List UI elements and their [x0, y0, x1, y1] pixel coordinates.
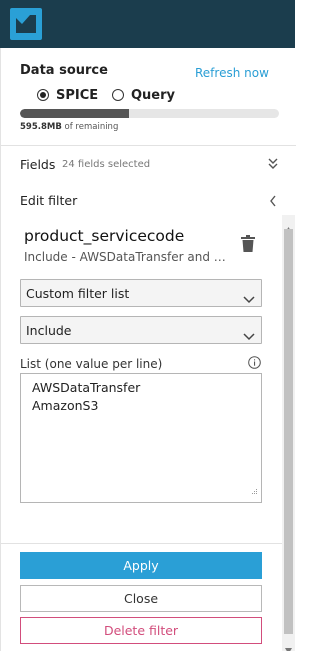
spice-capacity-fill	[20, 109, 129, 118]
list-label: List (one value per line)	[20, 357, 163, 371]
apply-button[interactable]: Apply	[20, 552, 262, 579]
query-radio[interactable]	[112, 89, 124, 101]
chevron-left-icon[interactable]	[268, 193, 278, 212]
refresh-now-link[interactable]: Refresh now	[195, 66, 269, 80]
resize-handle-icon[interactable]	[251, 480, 258, 499]
top-bar	[0, 0, 295, 48]
filter-actions-footer: Apply Close Delete filter	[1, 543, 282, 651]
filter-type-value: Custom filter list	[26, 286, 130, 301]
fields-count: 24 fields selected	[62, 159, 151, 170]
scrollbar-thumb[interactable]	[284, 229, 293, 634]
data-source-section: Data source Refresh now SPICE Query 595.…	[1, 48, 296, 146]
filter-field-name: product_servicecode	[24, 227, 185, 245]
filter-description: Include - AWSDataTransfer and m...	[24, 250, 234, 264]
remaining-suffix: of remaining	[61, 122, 119, 132]
edit-filter-title: Edit filter	[20, 193, 78, 208]
filter-condition-value: Include	[26, 323, 72, 338]
chevron-down-icon	[243, 326, 255, 345]
spice-label: SPICE	[56, 87, 99, 103]
fields-label: Fields	[20, 157, 56, 172]
spice-radio-option[interactable]: SPICE	[37, 87, 98, 103]
delete-filter-button[interactable]: Delete filter	[20, 617, 262, 644]
list-value: AmazonS3	[32, 398, 99, 413]
filter-panel: Data source Refresh now SPICE Query 595.…	[0, 48, 296, 651]
panel-scrollbar[interactable]	[282, 215, 295, 651]
scroll-down-arrow-icon[interactable]	[285, 639, 292, 651]
info-icon[interactable]	[248, 354, 261, 373]
fields-row[interactable]: Fields 24 fields selected	[1, 146, 296, 184]
query-radio-option[interactable]: Query	[112, 87, 175, 103]
filter-type-select[interactable]: Custom filter list	[20, 279, 262, 307]
double-chevron-down-icon[interactable]	[267, 156, 279, 175]
remaining-amount: 595.8MB	[20, 122, 62, 132]
spice-remaining-text: 595.8MB of remaining	[20, 122, 118, 132]
edit-filter-header: Edit filter	[1, 184, 296, 212]
trash-icon[interactable]	[241, 235, 255, 256]
chevron-down-icon	[243, 289, 255, 308]
filter-condition-select[interactable]: Include	[20, 316, 262, 344]
filter-values-textarea[interactable]: AWSDataTransfer AmazonS3	[20, 373, 262, 503]
close-button[interactable]: Close	[20, 585, 262, 612]
list-value: AWSDataTransfer	[32, 380, 141, 395]
spice-capacity-bar	[20, 109, 279, 118]
spice-radio[interactable]	[37, 89, 49, 101]
data-source-title: Data source	[20, 63, 108, 78]
query-label: Query	[131, 87, 176, 103]
quicksight-logo-icon[interactable]	[10, 8, 42, 40]
